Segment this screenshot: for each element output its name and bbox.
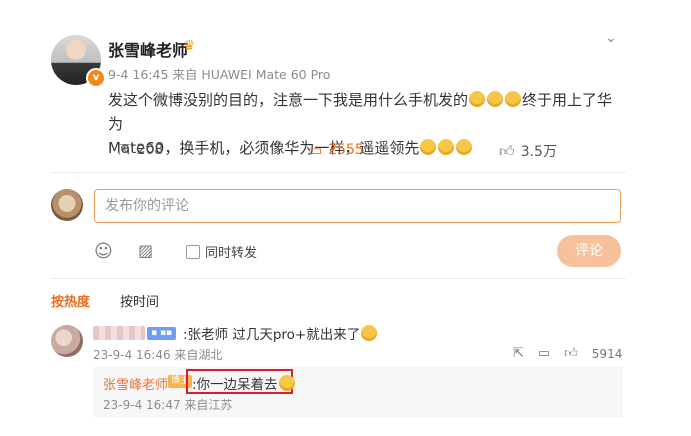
emoji-icon — [438, 139, 455, 155]
like-button[interactable]: 👍︎ 3.5万 — [499, 141, 557, 161]
reply-icon[interactable]: ▭ — [538, 346, 550, 361]
divider — [51, 278, 626, 279]
tab-sort-hot[interactable]: 按热度 — [51, 291, 90, 310]
divider — [51, 172, 626, 173]
emoji-icon — [420, 139, 437, 155]
comment-input[interactable]: 发布你的评论 — [94, 189, 621, 223]
image-upload-icon[interactable]: ▨ — [138, 241, 153, 260]
post-meta: 9-4 16:45 来自 HUAWEI Mate 60 Pro — [108, 67, 331, 82]
emoji-icon — [278, 375, 295, 391]
fan-badge: ▪ ▪▪ — [147, 327, 177, 340]
emoji-icon — [505, 91, 522, 107]
also-repost-toggle[interactable]: 同时转发 — [186, 242, 257, 261]
current-user-avatar — [51, 189, 83, 221]
reply-author-name[interactable]: 张雪峰老师 — [103, 374, 168, 393]
thumbs-up-icon: 👍︎ — [499, 141, 515, 160]
verified-badge-icon: v — [86, 68, 106, 88]
submit-comment-button[interactable]: 评论 — [557, 235, 621, 267]
emoji-icon — [456, 139, 473, 155]
comment-text: :张老师 过几天pro+就出来了 — [183, 323, 378, 343]
emoji-icon — [361, 325, 378, 341]
reply-text-content: :你一边呆着去 — [192, 377, 278, 393]
also-repost-checkbox[interactable] — [186, 244, 200, 259]
commenter-avatar[interactable] — [51, 325, 83, 357]
thumbs-up-icon[interactable]: 👍︎ — [564, 346, 578, 361]
comment-button[interactable]: ▭ 2555 — [308, 141, 364, 159]
share-icon[interactable]: ⇱ — [513, 346, 524, 361]
comment-like-count: 5914 — [591, 346, 623, 361]
post-text-line1: 发这个微博没别的目的，注意一下我是用什么手机发的 — [108, 91, 469, 109]
comment-text-content: :张老师 过几天pro+就出来了 — [183, 327, 361, 343]
like-count: 3.5万 — [520, 144, 557, 160]
crown-icon: ♛ — [183, 38, 196, 54]
reply-meta: 23-9-4 16:47 来自江苏 — [103, 398, 233, 412]
emoji-icon — [469, 91, 486, 107]
commenter-name-blurred[interactable] — [93, 326, 145, 340]
comment-meta: 23-9-4 16:46 来自湖北 — [93, 348, 223, 362]
repost-count: 208 — [136, 142, 164, 158]
repost-icon: ⇱ — [118, 141, 131, 159]
comment-actions: ⇱ ▭ 👍︎ 5914 — [513, 346, 622, 361]
reply-text: :你一边呆着去 — [192, 373, 296, 393]
comment-count: 2555 — [328, 142, 364, 158]
chevron-down-icon[interactable]: ⌄ — [605, 30, 617, 46]
repost-button[interactable]: ⇱ 208 — [118, 141, 163, 159]
post-author-name[interactable]: 张雪峰老师 — [108, 37, 188, 61]
also-repost-label: 同时转发 — [205, 246, 258, 261]
tab-sort-time[interactable]: 按时间 — [120, 291, 159, 310]
comment-icon: ▭ — [308, 141, 323, 159]
emoji-icon — [487, 91, 504, 107]
emoji-picker-icon[interactable]: ☺ — [94, 241, 113, 262]
